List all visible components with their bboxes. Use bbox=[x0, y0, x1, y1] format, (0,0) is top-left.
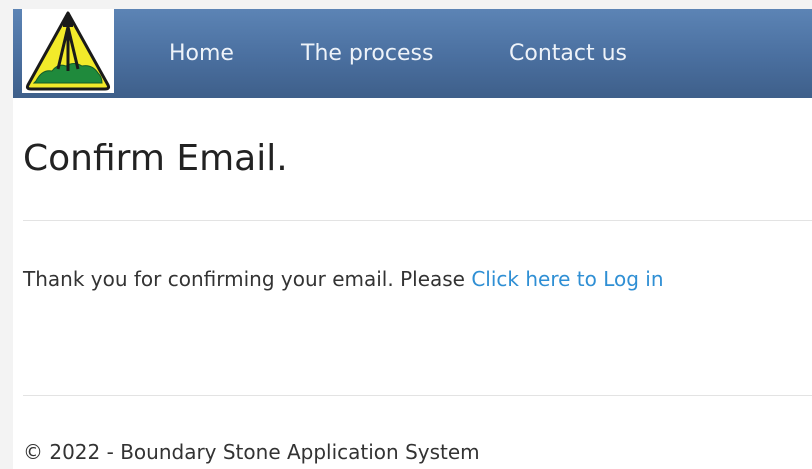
surveyor-tripod-logo-icon bbox=[25, 11, 111, 91]
browser-page: Home The process Contact us Confirm Emai… bbox=[13, 9, 812, 469]
nav-contact-link[interactable]: Contact us bbox=[509, 40, 627, 68]
navbar: Home The process Contact us bbox=[13, 9, 812, 98]
confirmation-message: Thank you for confirming your email. Ple… bbox=[23, 265, 664, 293]
confirmation-message-text: Thank you for confirming your email. Ple… bbox=[23, 267, 472, 291]
footer-divider bbox=[23, 395, 812, 396]
nav-home-link[interactable]: Home bbox=[169, 40, 234, 68]
footer-copyright: © 2022 - Boundary Stone Application Syst… bbox=[23, 440, 480, 464]
page-title: Confirm Email. bbox=[23, 138, 288, 179]
nav-process-link[interactable]: The process bbox=[301, 40, 433, 68]
brand-logo-link[interactable] bbox=[22, 9, 114, 93]
login-link[interactable]: Click here to Log in bbox=[471, 267, 663, 291]
content-divider bbox=[23, 220, 812, 221]
